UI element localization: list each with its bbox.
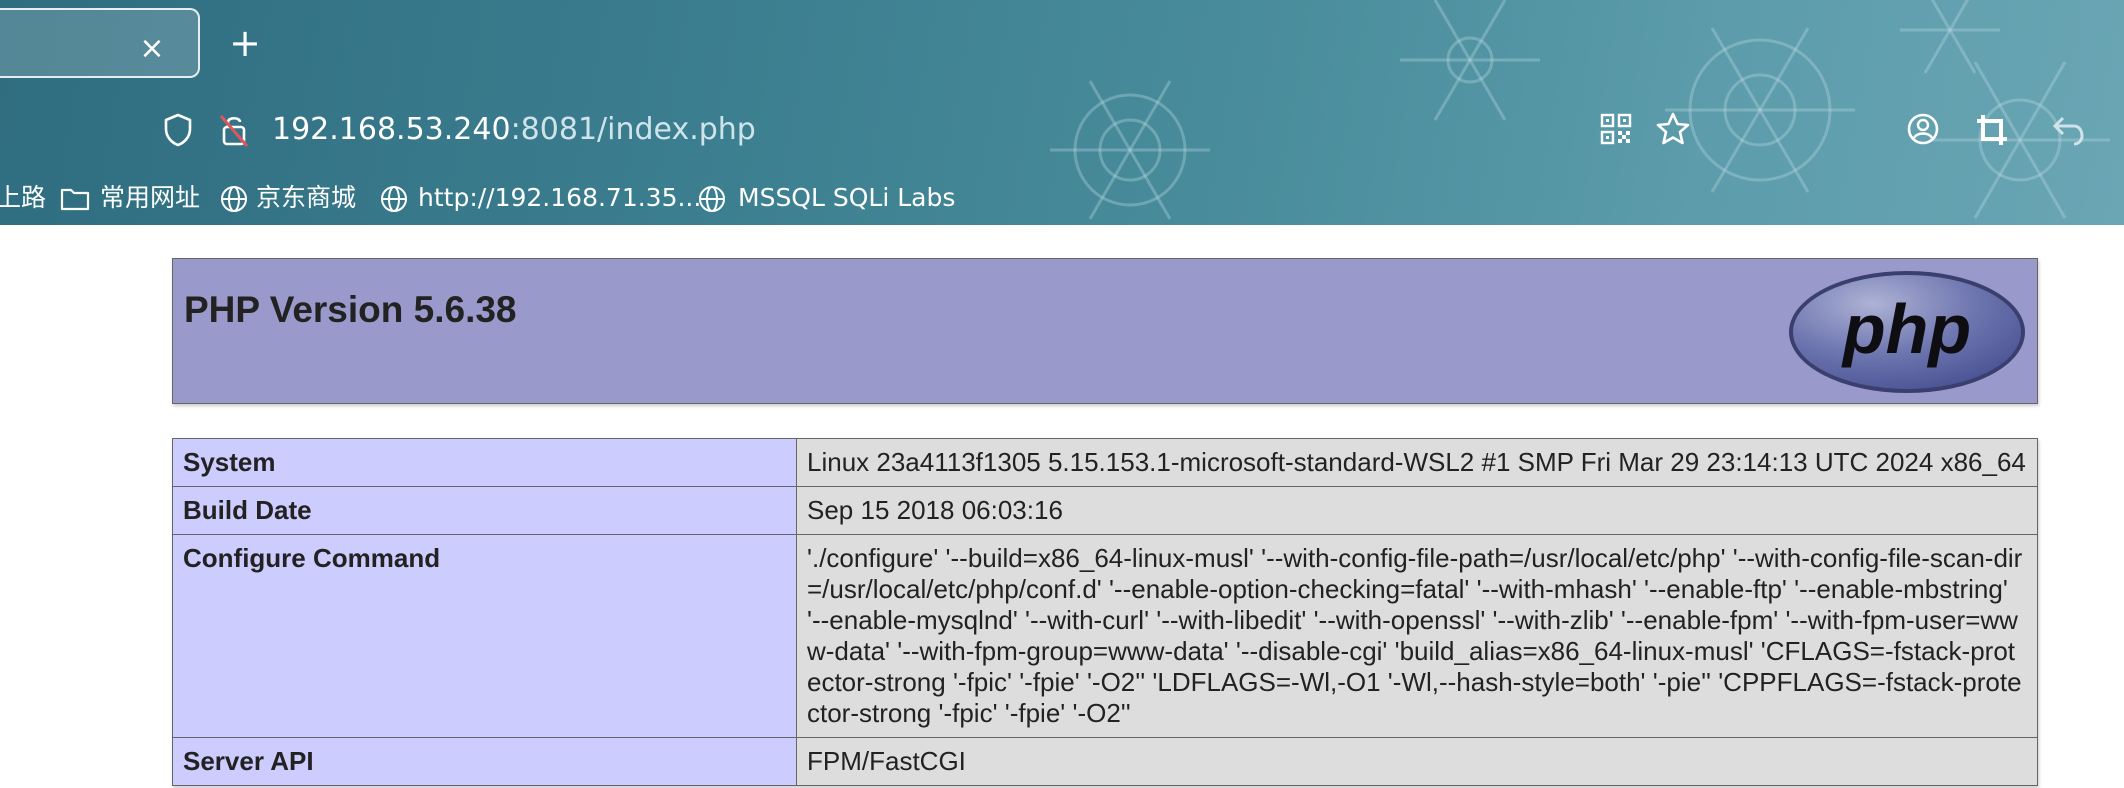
row-value: './configure' '--build=x86_64-linux-musl… <box>796 534 2038 738</box>
globe-icon <box>221 186 247 212</box>
crop-icon[interactable] <box>1974 112 2010 148</box>
tab-close-icon[interactable]: × <box>139 34 165 64</box>
bookmarks-bar: 上路 常用网址 京东商城 http://192.168.71.35... MSS… <box>0 178 2124 218</box>
shield-icon[interactable] <box>162 112 194 148</box>
browser-chrome: × + 192.168.53.240:8081/index.php 上路 常用网… <box>0 0 2124 225</box>
undo-icon[interactable] <box>2050 112 2086 148</box>
url-text[interactable]: 192.168.53.240:8081/index.php <box>272 110 756 150</box>
bookmark-label: 常用网址 <box>100 183 201 212</box>
bookmark-label: 京东商城 <box>256 183 357 212</box>
php-logo[interactable]: php <box>1787 269 2027 395</box>
bookmark-jd-mall[interactable]: 京东商城 <box>220 178 360 218</box>
bookmark-ip-link[interactable]: http://192.168.71.35... <box>380 178 701 218</box>
bookmark-label: MSSQL SQLi Labs <box>738 183 956 212</box>
row-key: System <box>172 438 797 487</box>
phpinfo-page: PHP Version 5.6.38 php System Linux 23a4… <box>0 226 2124 788</box>
active-tab[interactable]: × <box>0 8 200 78</box>
globe-icon <box>699 186 725 212</box>
row-value: Linux 23a4113f1305 5.15.153.1-microsoft-… <box>796 438 2038 487</box>
row-value: Sep 15 2018 06:03:16 <box>796 486 2038 535</box>
qr-code-icon[interactable] <box>1600 113 1632 145</box>
row-key: Server API <box>172 737 797 786</box>
table-row: System Linux 23a4113f1305 5.15.153.1-mic… <box>172 438 2038 487</box>
bookmark-label: http://192.168.71.35... <box>418 183 702 212</box>
url-host: 192.168.53.240 <box>272 112 511 147</box>
table-row: Configure Command './configure' '--build… <box>172 534 2038 738</box>
globe-icon <box>381 186 407 212</box>
bookmark-label: 上路 <box>0 183 47 212</box>
row-key: Build Date <box>172 486 797 535</box>
star-icon[interactable] <box>1655 111 1691 147</box>
lock-insecure-icon[interactable] <box>218 112 250 148</box>
table-row: Server API FPM/FastCGI <box>172 737 2038 786</box>
info-table: System Linux 23a4113f1305 5.15.153.1-mic… <box>172 438 2038 786</box>
row-key: Configure Command <box>172 534 797 738</box>
phpinfo-header: PHP Version 5.6.38 php <box>172 258 2038 404</box>
bookmark-mssql-sqli-labs[interactable]: MSSQL SQLi Labs <box>698 178 958 218</box>
php-logo-text: php <box>1841 290 1971 368</box>
url-path: :8081/index.php <box>510 112 756 147</box>
account-icon[interactable] <box>1906 112 1940 146</box>
table-row: Build Date Sep 15 2018 06:03:16 <box>172 486 2038 535</box>
page-title: PHP Version 5.6.38 <box>184 289 517 330</box>
address-bar[interactable]: 192.168.53.240:8081/index.php <box>0 100 2124 160</box>
bookmark-folder-common-sites[interactable]: 常用网址 <box>60 178 200 218</box>
row-value: FPM/FastCGI <box>796 737 2038 786</box>
folder-icon <box>60 188 90 211</box>
new-tab-button[interactable]: + <box>228 24 262 62</box>
